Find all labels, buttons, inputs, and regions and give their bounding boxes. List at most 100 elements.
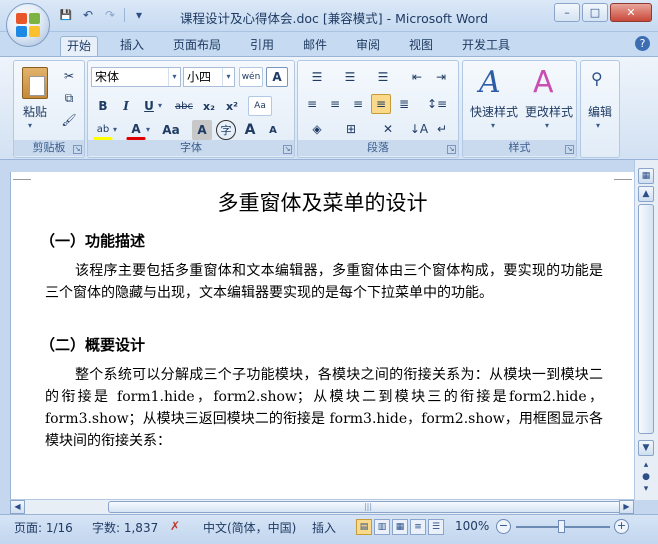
show-marks-icon[interactable]: ↵: [432, 119, 452, 139]
web-layout-icon[interactable]: ▦: [392, 519, 408, 535]
highlight-dropdown-icon[interactable]: ▾: [113, 125, 117, 134]
office-button[interactable]: [6, 3, 50, 47]
horizontal-scroll-thumb[interactable]: |||: [108, 501, 628, 513]
distributed-icon[interactable]: ≣: [394, 94, 414, 114]
shading-icon[interactable]: ◈: [302, 119, 332, 139]
cut-icon[interactable]: ✂: [60, 66, 78, 86]
enclose-characters-button[interactable]: 字: [216, 120, 236, 140]
superscript-button[interactable]: x²: [222, 96, 242, 116]
character-border-button[interactable]: A: [266, 67, 288, 87]
font-size-combo[interactable]: 小四 ▾: [183, 67, 235, 87]
full-screen-reading-icon[interactable]: ▥: [374, 519, 390, 535]
undo-icon[interactable]: ↶: [80, 7, 96, 23]
save-icon[interactable]: 💾: [58, 7, 74, 23]
grow-font-button[interactable]: A: [240, 120, 260, 140]
maximize-button[interactable]: □: [582, 3, 608, 22]
underline-button[interactable]: U: [139, 96, 159, 116]
clipboard-launcher-icon[interactable]: ↘: [73, 145, 82, 154]
page-count[interactable]: 页面: 1/16: [14, 519, 73, 536]
styles-group: A 快速样式 ▾ A 更改样式 ▾ 样式 ↘: [462, 60, 577, 158]
phonetic-guide-button[interactable]: wén: [239, 67, 263, 87]
styles-launcher-icon[interactable]: ↘: [565, 145, 574, 154]
editing-dropdown-icon[interactable]: ▾: [596, 121, 600, 130]
tab-review[interactable]: 审阅: [350, 36, 386, 56]
chinese-layout-icon[interactable]: ✕: [372, 119, 404, 139]
bullets-icon[interactable]: ☰: [302, 67, 332, 87]
zoom-out-button[interactable]: −: [496, 519, 511, 534]
italic-button[interactable]: I: [116, 96, 136, 116]
paragraph-launcher-icon[interactable]: ↘: [447, 145, 456, 154]
font-launcher-icon[interactable]: ↘: [283, 145, 292, 154]
next-page-icon[interactable]: ▾: [638, 482, 654, 498]
change-case-button[interactable]: Aa: [158, 120, 184, 140]
numbering-icon[interactable]: ☰: [335, 67, 365, 87]
font-name-value: 宋体: [95, 70, 120, 84]
quick-styles-dropdown-icon[interactable]: ▾: [491, 121, 495, 130]
quick-styles-button[interactable]: 快速样式: [467, 101, 521, 121]
justify-icon[interactable]: ≡: [371, 94, 391, 114]
horizontal-scrollbar[interactable]: ◀ ||| ▶: [10, 499, 634, 514]
scroll-up-icon[interactable]: ▲: [638, 186, 654, 202]
underline-dropdown-icon[interactable]: ▾: [158, 101, 162, 110]
bold-button[interactable]: B: [93, 96, 113, 116]
font-color-dropdown-icon[interactable]: ▾: [146, 125, 150, 134]
sort-icon[interactable]: ↓A: [408, 119, 430, 139]
vertical-scrollbar[interactable]: ▦ ▲ ▼ ▴ ● ▾: [634, 160, 658, 500]
clear-formatting-button[interactable]: Aa: [248, 96, 272, 116]
minimize-button[interactable]: –: [554, 3, 580, 22]
copy-icon[interactable]: ⧉: [60, 88, 78, 108]
tab-view[interactable]: 视图: [403, 36, 439, 56]
close-button[interactable]: ✕: [610, 3, 652, 22]
change-styles-dropdown-icon[interactable]: ▾: [545, 121, 549, 130]
paste-dropdown-icon[interactable]: ▾: [28, 121, 32, 130]
tab-insert[interactable]: 插入: [114, 36, 150, 56]
outline-view-icon[interactable]: ≡: [410, 519, 426, 535]
tab-mailings[interactable]: 邮件: [297, 36, 333, 56]
align-center-icon[interactable]: ≡: [325, 94, 345, 114]
language-indicator[interactable]: 中文(简体，中国): [203, 519, 296, 536]
tab-page-layout[interactable]: 页面布局: [167, 36, 227, 56]
paste-button[interactable]: 粘贴: [18, 101, 52, 121]
borders-icon[interactable]: ⊞: [336, 119, 366, 139]
increase-indent-icon[interactable]: ⇥: [430, 67, 452, 87]
tab-references[interactable]: 引用: [244, 36, 280, 56]
help-icon[interactable]: ?: [635, 36, 650, 51]
format-painter-icon[interactable]: 🖌: [60, 110, 78, 130]
vertical-scroll-thumb[interactable]: [638, 204, 654, 434]
decrease-indent-icon[interactable]: ⇤: [406, 67, 428, 87]
qat-more-icon[interactable]: ▾: [131, 7, 147, 23]
print-layout-view-icon[interactable]: ▤: [356, 519, 372, 535]
scroll-down-icon[interactable]: ▼: [638, 440, 654, 456]
word-count[interactable]: 字数: 1,837: [92, 519, 158, 536]
redo-icon[interactable]: ↷: [102, 7, 118, 23]
ruler-toggle-icon[interactable]: ▦: [638, 168, 654, 184]
scroll-left-icon[interactable]: ◀: [10, 500, 25, 514]
zoom-slider-thumb[interactable]: [558, 520, 565, 533]
font-name-dropdown-icon[interactable]: ▾: [168, 68, 180, 86]
strikethrough-button[interactable]: abc: [172, 96, 196, 116]
shrink-font-button[interactable]: A: [263, 120, 283, 140]
multilevel-list-icon[interactable]: ☰: [368, 67, 398, 87]
editing-group: ⚲ 编辑 ▾: [580, 60, 620, 158]
line-spacing-icon[interactable]: ↕≡: [422, 94, 452, 114]
font-color-button[interactable]: A: [126, 120, 146, 140]
zoom-level[interactable]: 100%: [455, 519, 489, 533]
proofing-icon[interactable]: ✗: [170, 519, 180, 533]
draft-view-icon[interactable]: ☰: [428, 519, 444, 535]
change-styles-button[interactable]: 更改样式: [521, 101, 577, 121]
align-left-icon[interactable]: ≡: [302, 94, 322, 114]
font-name-combo[interactable]: 宋体 ▾: [91, 67, 181, 87]
highlight-button[interactable]: ab: [93, 120, 113, 140]
subscript-button[interactable]: x₂: [199, 96, 219, 116]
font-size-dropdown-icon[interactable]: ▾: [222, 68, 234, 86]
zoom-in-button[interactable]: +: [614, 519, 629, 534]
editing-button[interactable]: 编辑: [583, 101, 617, 121]
section-heading: （一）功能描述: [40, 232, 146, 250]
tab-developer[interactable]: 开发工具: [456, 36, 516, 56]
insert-mode[interactable]: 插入: [312, 519, 336, 536]
align-right-icon[interactable]: ≡: [348, 94, 368, 114]
character-shading-button[interactable]: A: [192, 120, 212, 140]
scroll-right-icon[interactable]: ▶: [619, 500, 634, 514]
document-page[interactable]: 多重窗体及菜单的设计 （一）功能描述 该程序主要包括多重窗体和文本编辑器，多重窗…: [10, 172, 634, 499]
tab-home[interactable]: 开始: [60, 36, 99, 56]
